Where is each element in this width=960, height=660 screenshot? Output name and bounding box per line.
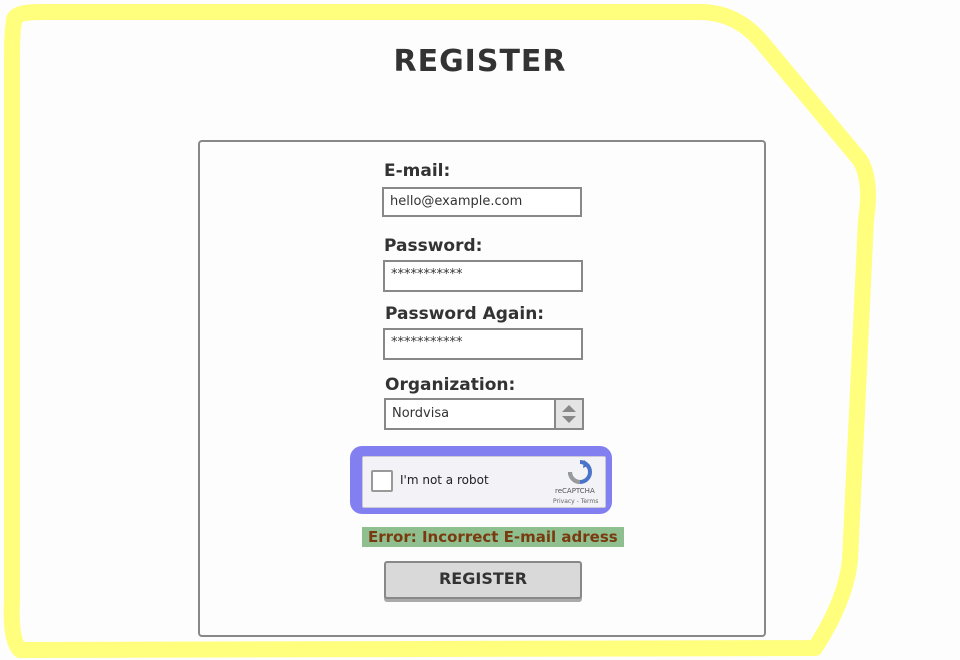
recaptcha-logo-icon xyxy=(568,460,592,484)
password-again-label: Password Again: xyxy=(385,304,545,324)
email-field[interactable]: hello@example.com xyxy=(382,187,582,217)
page-title: REGISTER xyxy=(393,44,567,79)
recaptcha-brand: reCAPTCHA xyxy=(555,487,595,495)
password-again-field[interactable]: *********** xyxy=(383,328,583,360)
register-button[interactable]: REGISTER xyxy=(384,561,582,599)
organization-select[interactable]: Nordvisa xyxy=(384,398,584,430)
captcha-checkbox[interactable] xyxy=(371,470,393,492)
recaptcha-links[interactable]: Privacy - Terms xyxy=(553,498,598,505)
error-message: Error: Incorrect E-mail adress xyxy=(362,527,624,547)
error-text: Error: Incorrect E-mail adress xyxy=(368,528,618,546)
captcha-label: I'm not a robot xyxy=(400,473,489,487)
password-label: Password: xyxy=(384,236,483,256)
select-stepper-icon[interactable] xyxy=(554,400,582,428)
email-label: E-mail: xyxy=(384,161,451,181)
recaptcha-widget: I'm not a robot reCAPTCHA Privacy - Term… xyxy=(362,456,606,508)
organization-selected-value: Nordvisa xyxy=(392,406,450,421)
password-field[interactable]: *********** xyxy=(383,260,583,292)
organization-label: Organization: xyxy=(385,375,516,395)
